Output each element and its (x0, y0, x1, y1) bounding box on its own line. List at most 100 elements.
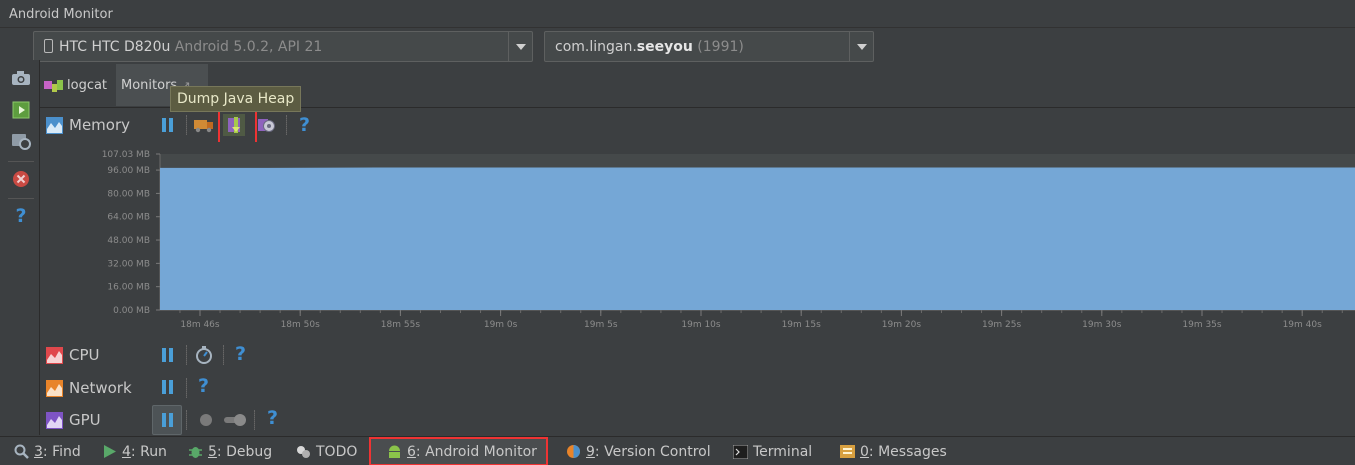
help-icon[interactable]: ? (235, 343, 246, 365)
y-tick-label: 48.00 MB (107, 236, 150, 246)
y-tick-label: 107.03 MB (102, 150, 150, 160)
gpu-label: GPU (69, 411, 101, 429)
chevron-down-icon[interactable] (508, 32, 532, 61)
run-icon (102, 444, 117, 459)
cpu-pause-button[interactable] (156, 344, 178, 366)
device-selector-row: HTC HTC D820u Android 5.0.2, API 21 com.… (0, 28, 1355, 64)
debug-tool-button[interactable]: 5: Debug (188, 437, 272, 465)
device-os: Android 5.0.2, API 21 (174, 39, 323, 55)
memory-pause-button[interactable] (156, 114, 178, 136)
gpu-monitor-icon (46, 412, 63, 429)
device-dropdown[interactable]: HTC HTC D820u Android 5.0.2, API 21 (33, 31, 533, 62)
phone-icon (44, 39, 53, 53)
android-icon (387, 444, 402, 459)
help-button[interactable]: ? (10, 205, 32, 227)
find-tool-button[interactable]: 3: Find (14, 437, 81, 465)
messages-icon (840, 444, 855, 459)
allocation-tracker-icon (258, 119, 275, 132)
stop-icon (13, 171, 29, 187)
process-dropdown[interactable]: com.lingan.seeyou (1991) (544, 31, 874, 62)
gpu-monitor-header: GPU ? (40, 404, 1355, 436)
help-icon[interactable]: ? (198, 375, 209, 397)
toolbar-divider (186, 345, 187, 365)
process-prefix: com.lingan. (555, 39, 637, 55)
y-tick-label: 64.00 MB (107, 213, 150, 223)
x-tick-label: 18m 46s (180, 320, 220, 330)
gpu-pause-button[interactable] (152, 405, 182, 435)
search-icon (14, 444, 29, 459)
messages-tool-button[interactable]: 0: Messages (840, 437, 947, 465)
toolbar-divider (8, 198, 34, 199)
help-icon: ? (15, 205, 27, 227)
x-tick-label: 18m 50s (281, 320, 321, 330)
x-tick-label: 19m 10s (681, 320, 721, 330)
stopwatch-icon (196, 346, 212, 364)
memory-chart-svg: 107.03 MB 96.00 MB 80.00 MB 64.00 MB 48.00 M… (102, 150, 1355, 330)
terminal-tool-button[interactable]: Terminal (733, 437, 812, 465)
pause-icon (161, 413, 173, 427)
android-monitor-tool-button[interactable]: 6: Android Monitor (369, 437, 548, 465)
android-logcat-icon (44, 80, 63, 92)
pause-icon (161, 348, 173, 362)
left-toolbar: ? (0, 60, 40, 435)
pause-icon (161, 380, 173, 394)
terminal-icon (733, 444, 748, 459)
y-tick-label: 80.00 MB (107, 189, 150, 199)
version-control-icon (566, 444, 581, 459)
screen-record-button[interactable] (10, 99, 32, 121)
memory-label: Memory (69, 116, 131, 134)
screen-capture-button[interactable] (10, 67, 32, 89)
help-icon[interactable]: ? (299, 114, 310, 136)
initiate-gc-button[interactable] (193, 114, 215, 136)
process-name: seeyou (636, 39, 693, 55)
toolbar-divider (186, 378, 187, 398)
cpu-monitor-icon (46, 347, 63, 364)
dump-heap-highlight (218, 109, 257, 145)
toolbar-divider (186, 115, 187, 135)
gpu-record-button[interactable] (195, 409, 217, 431)
terminate-app-button[interactable] (10, 168, 32, 190)
pause-icon (161, 118, 173, 132)
y-tick-label: 16.00 MB (107, 283, 150, 293)
system-info-button[interactable] (10, 130, 32, 152)
toolbar-divider (286, 115, 287, 135)
trace-toggle-icon (224, 414, 246, 426)
network-monitor-header: Network ? (40, 372, 1355, 404)
version-control-tool-button[interactable]: 9: Version Control (566, 437, 711, 465)
todo-icon (296, 444, 311, 459)
window-title-bar: Android Monitor (0, 0, 1355, 28)
tool-window-bar: 3: Find 4: Run 5: Debug TODO 6: Android … (0, 436, 1355, 465)
x-tick-label: 19m 35s (1182, 320, 1222, 330)
network-monitor-icon (46, 380, 63, 397)
toolbar-divider (254, 410, 255, 430)
toolbar-divider (186, 410, 187, 430)
play-icon (12, 101, 30, 119)
run-tool-button[interactable]: 4: Run (102, 437, 167, 465)
system-info-icon (12, 134, 31, 150)
chevron-down-icon[interactable] (849, 32, 873, 61)
x-tick-label: 19m 40s (1283, 320, 1323, 330)
allocation-tracking-button[interactable] (255, 114, 277, 136)
x-tick-label: 19m 0s (484, 320, 518, 330)
toolbar-divider (8, 161, 34, 162)
tab-label: Monitors (121, 77, 178, 93)
gpu-trace-button[interactable] (223, 409, 249, 431)
tab-label: logcat (67, 77, 108, 93)
window-title: Android Monitor (9, 7, 113, 22)
x-tick-label: 19m 25s (982, 320, 1022, 330)
y-tick-label: 96.00 MB (107, 166, 150, 176)
help-icon[interactable]: ? (267, 407, 278, 429)
cpu-monitor-header: CPU ? (40, 339, 1355, 371)
network-pause-button[interactable] (156, 376, 178, 398)
camera-icon (12, 71, 30, 85)
x-tick-label: 19m 20s (882, 320, 922, 330)
start-method-tracing-button[interactable] (193, 344, 215, 366)
todo-tool-button[interactable]: TODO (296, 437, 357, 465)
memory-monitor-icon (46, 117, 63, 134)
tab-logcat[interactable]: logcat (44, 64, 116, 106)
debug-icon (188, 444, 203, 459)
x-tick-label: 19m 5s (584, 320, 618, 330)
process-pid: (1991) (697, 39, 744, 55)
toolbar-divider (223, 345, 224, 365)
y-tick-label: 0.00 MB (113, 306, 150, 316)
